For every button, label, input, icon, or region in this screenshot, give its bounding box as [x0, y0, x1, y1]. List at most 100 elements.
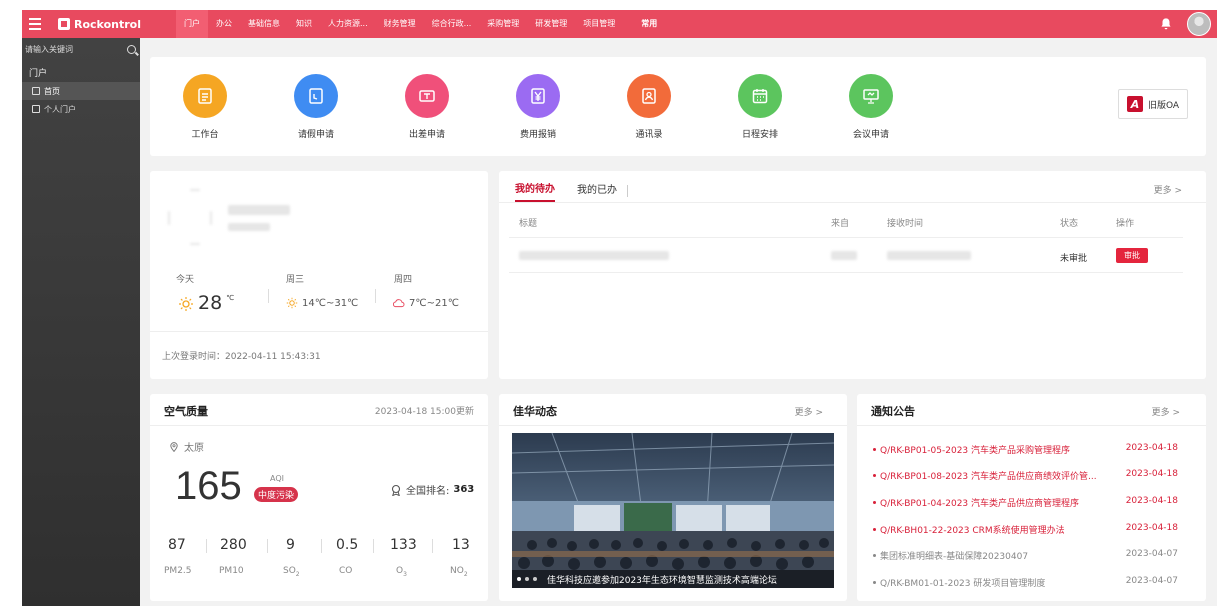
sidebar-group-portal[interactable]: 门户	[22, 60, 140, 82]
table-divider	[509, 272, 1183, 273]
nav-item-knowledge[interactable]: 知识	[288, 10, 320, 38]
nav-item-portal[interactable]: 门户	[176, 10, 208, 38]
sidebar-item-home[interactable]: 首页	[22, 82, 140, 100]
quick-link-label: 工作台	[191, 130, 219, 140]
quick-link-label: 通讯录	[635, 130, 663, 140]
notice-item[interactable]: Q/RK-BP01-05-2023 汽车类产品采购管理程序	[873, 443, 1070, 456]
carousel-dot[interactable]	[533, 577, 537, 581]
person-card-icon	[32, 105, 40, 113]
news-more-link[interactable]: 更多 >	[795, 405, 823, 418]
old-oa-label: 旧版OA	[1147, 100, 1180, 111]
pollutant-name: PM10	[219, 566, 244, 576]
aqi-label: AQI	[270, 474, 284, 483]
news-carousel-image[interactable]: 佳华科技应邀参加2023年生态环境智慧监测技术高端论坛	[512, 433, 834, 588]
news-panel: 佳华动态 更多 > 佳华科技应邀参加2023年生态环境智慧监测技术高端论坛	[499, 394, 847, 601]
pollutant-divider	[267, 539, 268, 553]
nav-item-basic-info[interactable]: 基础信息	[240, 10, 288, 38]
quick-link-label: 费用报销	[519, 130, 556, 140]
conference-photo	[512, 433, 834, 588]
sidebar-search-input[interactable]: 请输入关键词	[25, 44, 73, 55]
weather-day2-label: 周三	[286, 275, 305, 285]
notice-date: 2023-04-18	[1125, 469, 1178, 479]
quick-link-expense[interactable]: 费用报销	[503, 74, 573, 140]
notice-title: 通知公告	[871, 405, 915, 418]
ticket-icon	[405, 74, 449, 118]
notice-item[interactable]: Q/RK-BH01-22-2023 CRM系统使用管理办法	[873, 523, 1065, 536]
weather-day3-label: 周四	[394, 275, 413, 285]
sidebar-item-label: 首页	[44, 86, 60, 96]
todo-more-link[interactable]: 更多 >	[1154, 183, 1182, 196]
pollution-level-badge: 中度污染	[254, 487, 299, 502]
user-avatar[interactable]	[1187, 12, 1211, 36]
nav-item-frequent[interactable]: 常用	[633, 10, 665, 38]
quick-link-contacts[interactable]: 通讯录	[614, 74, 684, 140]
approve-button[interactable]: 审批	[1116, 248, 1148, 263]
pollutant-divider	[373, 539, 374, 553]
news-caption-bar[interactable]: 佳华科技应邀参加2023年生态环境智慧监测技术高端论坛	[512, 570, 834, 588]
pollutant-name: O3	[396, 566, 407, 578]
sidebar-search[interactable]: 请输入关键词	[22, 38, 140, 60]
notice-item[interactable]: Q/RK-BP01-04-2023 汽车类产品供应商管理程序	[873, 496, 1079, 509]
tab-my-todo[interactable]: 我的待办	[515, 180, 555, 202]
profile-deco	[210, 211, 212, 225]
nav-item-finance[interactable]: 财务管理	[376, 10, 424, 38]
contacts-icon	[627, 74, 671, 118]
nav-item-purchasing[interactable]: 采购管理	[479, 10, 527, 38]
profile-deco	[190, 243, 200, 245]
old-oa-button[interactable]: A 旧版OA	[1118, 89, 1188, 119]
news-caption-text[interactable]: 佳华科技应邀参加2023年生态环境智慧监测技术高端论坛	[547, 573, 777, 586]
todo-panel: 我的待办 我的已办 更多 > 标题 来自 接收时间 状态 操作 未审批 审批	[499, 171, 1206, 379]
home-icon	[32, 87, 40, 95]
quick-link-meeting[interactable]: 会议申请	[836, 74, 906, 140]
notice-item[interactable]: Q/RK-BM01-01-2023 研发项目管理制度	[873, 576, 1045, 589]
sidebar-item-label: 个人门户	[44, 104, 76, 114]
search-icon[interactable]	[127, 44, 136, 54]
user-dept-blurred	[228, 223, 270, 231]
sun-icon	[179, 297, 193, 311]
nav-item-rnd[interactable]: 研发管理	[527, 10, 575, 38]
quick-link-label: 请假申请	[297, 130, 334, 140]
quick-links-panel: 工作台 请假申请 出差申请 费用报销 通讯录 日程安排 会议申请 A 旧版OA	[150, 57, 1206, 156]
brand-logo[interactable]: Rockontrol	[58, 18, 162, 31]
pollutant-value: 87	[168, 537, 186, 553]
nav-item-hr[interactable]: 人力资源...	[320, 10, 376, 38]
pollutant-value: 0.5	[336, 537, 359, 553]
quick-link-label: 日程安排	[741, 130, 778, 140]
quick-link-leave[interactable]: 请假申请	[281, 74, 351, 140]
todo-tabs: 我的待办 我的已办	[515, 180, 628, 202]
nav-item-office[interactable]: 办公	[208, 10, 240, 38]
weather-divider	[268, 289, 269, 303]
todo-divider	[499, 202, 1206, 203]
col-header-title: 标题	[519, 219, 538, 229]
row-title-blurred[interactable]	[519, 251, 669, 260]
notice-more-link[interactable]: 更多 >	[1152, 405, 1180, 418]
air-city-name: 太原	[184, 443, 204, 454]
col-header-received: 接收时间	[887, 219, 924, 229]
notice-item[interactable]: Q/RK-BP01-08-2023 汽车类产品供应商绩效评价管...	[873, 469, 1097, 482]
quick-link-schedule[interactable]: 日程安排	[725, 74, 795, 140]
nav-item-projects[interactable]: 项目管理	[575, 10, 623, 38]
tab-my-done[interactable]: 我的已办	[577, 181, 617, 201]
pollutant-name: PM2.5	[164, 566, 192, 576]
hamburger-menu-icon[interactable]	[22, 10, 48, 38]
rank-label: 全国排名:	[406, 486, 450, 497]
bell-icon[interactable]	[1159, 17, 1173, 31]
pollutant-name: CO	[339, 566, 353, 576]
cloud-icon	[392, 299, 405, 308]
pollutant-divider	[206, 539, 207, 553]
pollutant-name: NO2	[450, 566, 468, 578]
nav-item-admin[interactable]: 综合行政...	[424, 10, 480, 38]
carousel-dot[interactable]	[525, 577, 529, 581]
weather-day2: 14℃~31℃	[286, 297, 358, 309]
top-bar: Rockontrol 门户 办公 基础信息 知识 人力资源... 财务管理 综合…	[22, 10, 1217, 38]
notice-item[interactable]: 集团标准明细表-基础保障20230407	[873, 549, 1028, 562]
notice-date: 2023-04-18	[1125, 443, 1178, 453]
carousel-dot[interactable]	[517, 577, 521, 581]
quick-link-business-trip[interactable]: 出差申请	[392, 74, 462, 140]
sidebar-item-personal-portal[interactable]: 个人门户	[22, 100, 140, 118]
quick-link-workbench[interactable]: 工作台	[170, 74, 240, 140]
tab-divider	[627, 185, 628, 197]
clipboard-icon	[183, 74, 227, 118]
air-updated-time: 2023-04-18 15:00更新	[374, 407, 474, 417]
air-quality-title: 空气质量	[164, 405, 208, 418]
